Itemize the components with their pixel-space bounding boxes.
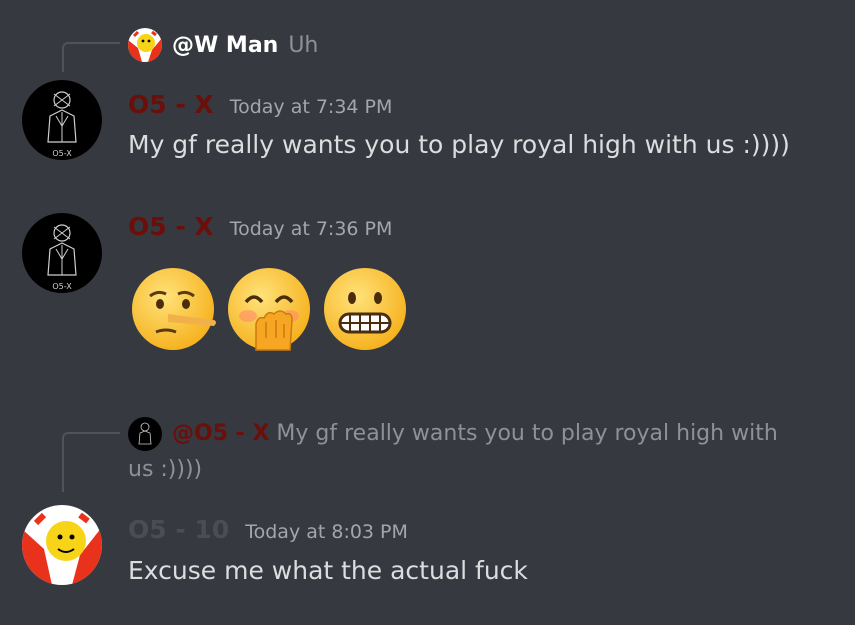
avatar-image [128,28,162,62]
reply-author[interactable]: @O5 - X [172,421,269,446]
reply-author[interactable]: @W Man [172,33,278,58]
reply-preview[interactable]: @O5 - X My gf really wants you to play r… [128,417,778,451]
chat-view: @W Man Uh O5-X O5 - X Today at 7:34 PM M… [0,0,855,625]
message-header: O5 - X Today at 7:36 PM [128,212,392,241]
reply-text-continued[interactable]: us :)))) [128,453,808,487]
avatar-image: O5-X [22,213,102,293]
avatar[interactable]: O5-X [22,213,102,293]
avatar[interactable]: O5-X [22,80,102,160]
avatar[interactable] [22,505,102,585]
message-header: O5 - X Today at 7:34 PM [128,90,392,119]
lying-face-icon[interactable] [130,266,216,352]
reply-connector [62,42,120,72]
message-header: O5 - 10 Today at 8:03 PM [128,515,408,544]
timestamp[interactable]: Today at 7:34 PM [230,96,393,118]
reply-text[interactable]: Uh [288,33,318,58]
reply-avatar[interactable] [128,28,162,62]
author-name[interactable]: O5 - 10 [128,515,229,544]
avatar-image [22,505,102,585]
grimacing-face-icon[interactable] [322,266,408,352]
avatar-label: O5-X [52,282,72,291]
author-name[interactable]: O5 - X [128,90,214,119]
reply-text[interactable]: My gf really wants you to play royal hig… [276,421,777,446]
message-content: My gf really wants you to play royal hig… [128,130,790,159]
avatar-image [128,417,162,451]
timestamp[interactable]: Today at 7:36 PM [230,218,393,240]
avatar-label: O5-X [52,149,72,158]
message-content: Excuse me what the actual fuck [128,556,528,585]
emoji-row [130,266,408,352]
avatar-image: O5-X [22,80,102,160]
author-name[interactable]: O5 - X [128,212,214,241]
hand-over-mouth-icon[interactable] [226,266,312,352]
reply-connector [62,432,120,492]
timestamp[interactable]: Today at 8:03 PM [245,521,408,543]
reply-preview[interactable]: @W Man Uh [128,28,318,62]
reply-avatar[interactable] [128,417,162,451]
